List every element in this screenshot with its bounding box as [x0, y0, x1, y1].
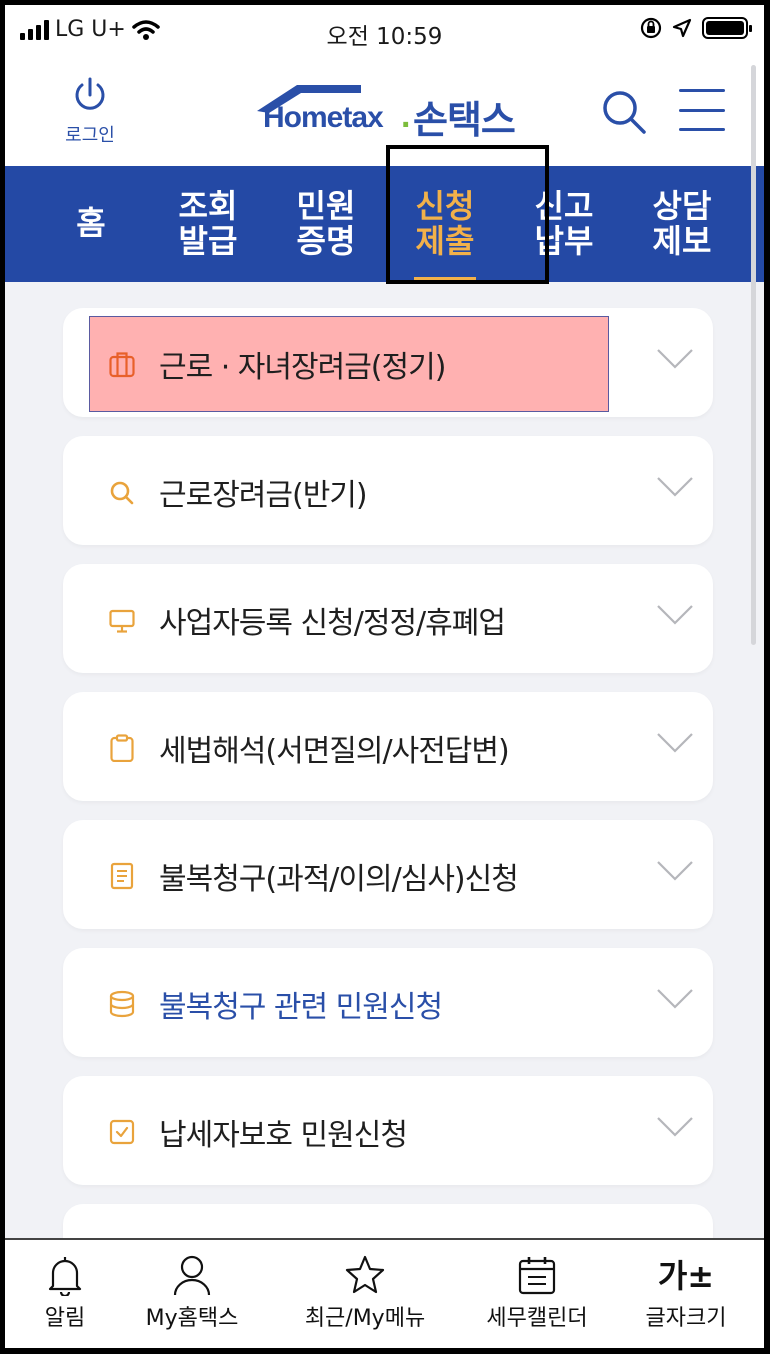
logo-text-ko: 손택스: [413, 98, 516, 142]
menu-item-label: 사업자등록 신청/정정/휴폐업: [159, 606, 506, 641]
hometax-logo[interactable]: Hometax . 손택스: [253, 79, 533, 149]
menu-item-label: 납세자보호 민원신청: [159, 1118, 408, 1153]
tab-civil-certificate[interactable]: 민원 증명: [267, 166, 385, 282]
tab-apply-submit[interactable]: 신청 제출: [386, 166, 504, 282]
menu-item-appeal-request[interactable]: 불복청구(과적/이의/심사)신청: [63, 820, 713, 929]
person-icon: [173, 1255, 211, 1296]
bottom-tab-recent-menu[interactable]: 최근/My메뉴: [295, 1252, 435, 1332]
menu-item-label: 불복청구 관련 민원신청: [159, 990, 443, 1025]
checkbox-icon: [109, 1119, 135, 1145]
menu-item-taxpayer-protection[interactable]: 납세자보호 민원신청: [63, 1076, 713, 1185]
login-button[interactable]: 로그인: [55, 75, 125, 147]
menu-item-label: 세법해석(서면질의/사전답변): [159, 734, 510, 769]
search-button[interactable]: [599, 87, 649, 137]
tab-home[interactable]: 홈: [32, 166, 150, 282]
tab-report-label-1: 신고: [534, 186, 594, 225]
search-icon: [110, 481, 134, 505]
status-bar: LG U+ 오전 10:59: [5, 5, 764, 57]
bottom-tab-label: 글자크기: [645, 1306, 727, 1331]
chevron-down-icon[interactable]: [657, 348, 693, 370]
chevron-down-icon[interactable]: [657, 1116, 693, 1138]
power-icon: [75, 77, 105, 110]
tab-home-label: 홈: [76, 204, 106, 243]
logo-text-en: Hometax: [263, 101, 384, 134]
location-icon: [672, 18, 692, 38]
tab-inquiry-label-1: 조회: [178, 186, 238, 225]
tab-civil-label-2: 증명: [296, 222, 356, 260]
bottom-tab-bar: 알림 My홈택스 최근/My메뉴 세무캘린더 가± 글자크기: [5, 1238, 764, 1348]
app-header: 로그인 Hometax . 손택스: [5, 57, 764, 166]
star-icon: [345, 1255, 385, 1294]
database-icon: [109, 990, 135, 1018]
bottom-tab-font-size[interactable]: 가± 글자크기: [616, 1252, 756, 1332]
logo-dot: .: [401, 97, 411, 135]
menu-item-appeal-civil[interactable]: 불복청구 관련 민원신청: [63, 948, 713, 1057]
briefcase-icon: [109, 352, 135, 378]
bottom-tab-tax-calendar[interactable]: 세무캘린더: [467, 1252, 607, 1332]
monitor-icon: [109, 609, 135, 633]
clipboard-icon: [110, 734, 134, 762]
menu-item-label: 불복청구(과적/이의/심사)신청: [159, 862, 519, 897]
tab-apply-label-2: 제출: [415, 222, 475, 260]
tab-civil-label-1: 민원: [296, 186, 356, 225]
bottom-tab-notifications[interactable]: 알림: [5, 1252, 135, 1332]
scrollbar[interactable]: [751, 65, 756, 645]
menu-item-earned-income-half[interactable]: 근로장려금(반기): [63, 436, 713, 545]
menu-item-label: 근로장려금(반기): [159, 478, 368, 513]
calendar-icon: [518, 1257, 556, 1295]
chevron-down-icon[interactable]: [657, 476, 693, 498]
tab-consult-label-1: 상담: [652, 186, 712, 225]
bottom-tab-my-hometax[interactable]: My홈택스: [122, 1252, 262, 1332]
tab-report-label-2: 납부: [534, 222, 594, 260]
menu-list: 근로 · 자녀장려금(정기) 근로장려금(반기) 사업자등록 신청/정정/휴폐업: [63, 308, 713, 1263]
hamburger-menu-icon[interactable]: [679, 89, 725, 131]
menu-item-business-registration[interactable]: 사업자등록 신청/정정/휴폐업: [63, 564, 713, 673]
tab-report-pay[interactable]: 신고 납부: [505, 166, 623, 282]
chevron-down-icon[interactable]: [657, 732, 693, 754]
bottom-tab-label: 최근/My메뉴: [304, 1306, 426, 1331]
tab-consult-report[interactable]: 상담 제보: [623, 166, 741, 282]
tab-inquiry-issue[interactable]: 조회 발급: [149, 166, 267, 282]
menu-item-tax-interpretation[interactable]: 세법해석(서면질의/사전답변): [63, 692, 713, 801]
login-label: 로그인: [65, 125, 115, 146]
bottom-tab-label: 세무캘린더: [486, 1306, 588, 1331]
bottom-tab-label: My홈택스: [145, 1306, 239, 1331]
tab-inquiry-label-2: 발급: [178, 222, 238, 260]
bell-icon: [48, 1257, 82, 1296]
tab-consult-label-2: 제보: [652, 222, 712, 260]
document-icon: [110, 862, 134, 890]
main-nav: 홈 조회 발급 민원 증명 신청 제출 신고 납부 상담 제보: [5, 166, 764, 282]
menu-item-label: 근로 · 자녀장려금(정기): [159, 350, 446, 385]
tab-apply-label-1: 신청: [415, 186, 475, 225]
menu-item-earned-income-credit[interactable]: 근로 · 자녀장려금(정기): [63, 308, 713, 417]
rotation-lock-icon: [640, 17, 662, 39]
bottom-tab-label: 알림: [44, 1306, 86, 1331]
chevron-down-icon[interactable]: [657, 860, 693, 882]
status-right: [640, 17, 752, 39]
battery-icon: [702, 17, 752, 39]
chevron-down-icon[interactable]: [657, 604, 693, 626]
search-icon: [603, 91, 646, 134]
chevron-down-icon[interactable]: [657, 988, 693, 1010]
phone-frame: LG U+ 오전 10:59 로그인 Hometax . 손택스 홈 조회 발급…: [0, 0, 770, 1354]
font-size-icon: 가±: [657, 1257, 715, 1295]
